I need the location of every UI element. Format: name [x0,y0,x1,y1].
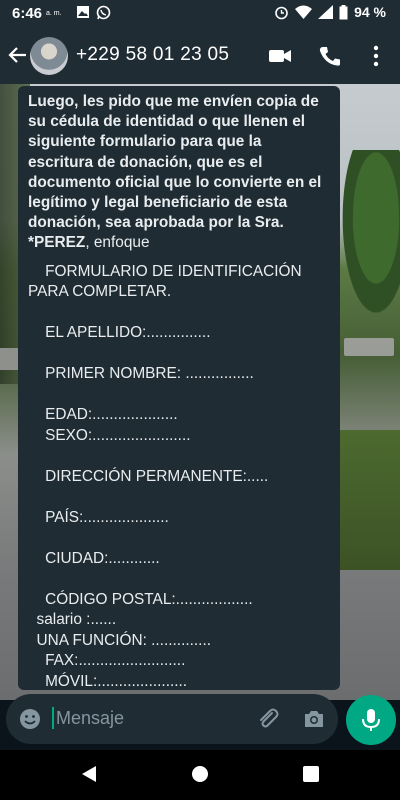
message-input-bar: Mensaje [6,694,338,744]
wallpaper-tree-right [340,150,400,320]
message-input[interactable]: Mensaje [52,707,124,729]
chat-header: +229 58 01 23 05 [0,28,400,84]
form-field-ciudad: CIUDAD:............ [28,549,160,567]
wallpaper-bench-left [0,348,18,370]
form-field-fax: FAX:......................... [28,652,186,670]
contact-name[interactable]: +229 58 01 23 05 [76,44,229,66]
more-vert-icon[interactable] [364,45,388,67]
avatar[interactable] [30,37,68,75]
system-icons: 94 % [274,4,386,20]
form-title-line-2: PARA COMPLETAR. [28,283,172,301]
alarm-icon [275,6,288,19]
battery-icon [339,4,348,19]
message-intro-tail: , enfoque [85,234,150,252]
back-arrow-icon[interactable] [6,44,28,66]
nav-home-icon[interactable] [191,765,209,783]
status-ampm: a. m. [46,10,62,17]
phone-icon[interactable] [318,45,342,67]
form-title-line-1: FORMULARIO DE IDENTIFICACIÓN [28,262,302,280]
identification-form-text: FORMULARIO DE IDENTIFICACIÓN PARA COMPLE… [18,254,340,690]
form-field-apellido: EL APELLIDO:............... [28,324,211,342]
form-field-primer-nombre: PRIMER NOMBRE: ................ [28,365,254,383]
form-field-salario: salario :...... [28,611,117,629]
nav-back-icon[interactable] [80,765,98,783]
message-intro: Luego, les pido que me envíen copia de s… [18,86,340,254]
status-bar: 6:46 a. m. 94 % [0,0,400,28]
camera-icon[interactable] [302,707,326,731]
form-field-codigo-postal: CÓDIGO POSTAL:.................. [28,590,253,608]
video-call-icon[interactable] [268,45,292,67]
system-nav-bar [0,750,400,800]
battery-level: 94 % [354,4,386,20]
gallery-icon [77,6,89,18]
voice-message-button[interactable] [346,695,396,745]
wallpaper-lawn [338,430,400,570]
form-field-sexo: SEXO:....................... [28,426,191,444]
whatsapp-icon [96,5,111,20]
form-field-movil: MÓVIL:..................... [28,672,188,690]
attach-icon[interactable] [256,707,280,731]
wifi-icon [295,5,313,19]
form-field-direccion: DIRECCIÓN PERMANENTE:..... [28,467,269,485]
message-intro-bold: Luego, les pido que me envíen copia de s… [28,93,322,252]
wallpaper-bench-right [344,338,394,356]
status-time: 6:46 [12,5,43,22]
form-field-funcion: UNA FUNCIÓN: .............. [28,631,211,649]
form-field-edad: EDAD:.................... [28,406,178,424]
emoji-icon[interactable] [18,707,42,731]
signal-icon [318,5,334,19]
form-field-pais: PAÍS:.................... [28,508,169,526]
nav-recents-icon[interactable] [302,765,320,783]
notification-icons [76,5,111,20]
message-bubble[interactable]: Luego, les pido que me envíen copia de s… [18,86,340,690]
microphone-icon [362,709,380,731]
